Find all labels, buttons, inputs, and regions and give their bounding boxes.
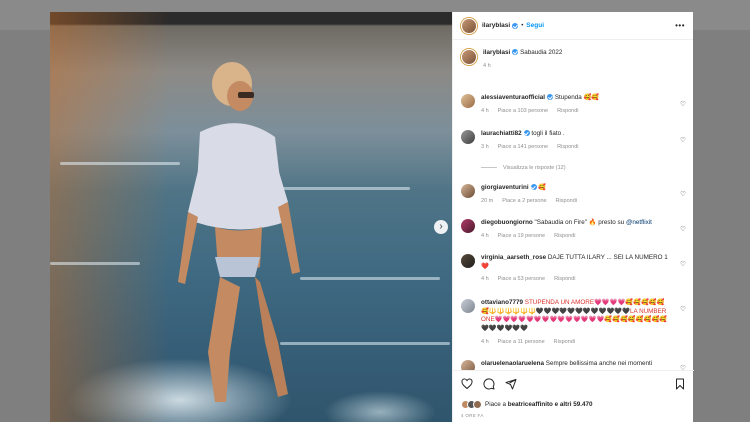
comment-item: diegobuongiorno "Sabaudia on Fire" 🔥 pre…: [461, 219, 686, 240]
comment-text: Sempre bellissima anche nei momenti: [545, 360, 653, 367]
comment-time: 20 m: [481, 197, 494, 204]
chevron-right-icon[interactable]: ›: [434, 220, 448, 234]
comment-likes[interactable]: Piace a 53 persone: [498, 276, 545, 282]
comment-text: togli il fiato .: [531, 130, 565, 137]
comment-likes[interactable]: Piace a 2 persone: [502, 198, 546, 204]
comment-likes[interactable]: Piace a 19 persone: [498, 233, 545, 239]
post-time: 4 ORE FA: [461, 413, 484, 418]
comments-list[interactable]: ilaryblasi Sabaudia 2022 4 h alessiavent…: [453, 40, 694, 370]
reply-button[interactable]: Rispondi: [556, 198, 577, 204]
comment-username[interactable]: virginia_aarseth_rose: [481, 254, 546, 261]
comment-icon[interactable]: [483, 378, 495, 390]
heart-icon[interactable]: ♡: [680, 136, 686, 144]
verified-icon: [530, 184, 537, 191]
comment-username[interactable]: laurachiatti82: [481, 130, 522, 137]
more-icon[interactable]: •••: [675, 21, 685, 30]
comment-username[interactable]: alessiaventuraofficial: [481, 94, 545, 101]
comment-text: Stupenda 🥰🥰: [554, 94, 600, 101]
comment-username[interactable]: ottaviano7779: [481, 299, 523, 306]
avatar[interactable]: [461, 49, 477, 65]
comment-username[interactable]: giorgiaventurini: [481, 184, 529, 191]
comment-text: 🥰: [538, 184, 547, 191]
post-actions: Piace a beatriceaffinito e altri 59.470 …: [453, 370, 694, 422]
comment-time: 4 h: [481, 107, 489, 114]
comment-time: 3 h: [481, 143, 489, 150]
verified-icon: [547, 94, 554, 101]
separator-dot: •: [521, 22, 524, 29]
share-icon[interactable]: [505, 378, 517, 390]
likes-summary: Piace a beatriceaffinito e altri 59.470: [461, 400, 592, 409]
comment-time: 4 h: [481, 338, 489, 345]
comment-item: laurachiatti82 togli il fiato . 3 h Piace…: [461, 130, 686, 151]
heart-icon[interactable]: ♡: [680, 100, 686, 108]
wave-line: [300, 277, 440, 280]
likes-user[interactable]: beatriceaffinito: [508, 401, 553, 408]
avatar[interactable]: [461, 184, 475, 198]
mention-link[interactable]: @netflixit: [626, 219, 652, 226]
reply-button[interactable]: Rispondi: [554, 276, 575, 282]
comment-likes[interactable]: Piace a 141 persone: [498, 144, 548, 150]
reply-button[interactable]: Rispondi: [554, 339, 575, 345]
bookmark-icon[interactable]: [674, 378, 686, 390]
verified-icon: [512, 22, 519, 29]
comment-item: virginia_aarseth_rose DAJE TUTTA ILARY .…: [461, 254, 686, 284]
post-sidebar: ilaryblasi • Segui ••• ilaryblasi Sabaud…: [452, 12, 694, 422]
post-caption: ilaryblasi Sabaudia 2022 4 h: [453, 40, 694, 88]
photo-subject: [178, 62, 300, 402]
avatar[interactable]: [461, 17, 477, 34]
heart-icon[interactable]: ♡: [680, 305, 686, 313]
light-leak: [50, 12, 170, 422]
comment-item: alessiaventuraofficial Stupenda 🥰🥰 4 h Pi…: [461, 94, 686, 115]
likes-prefix: Piace a: [485, 401, 508, 408]
comment-likes[interactable]: Piace a 11 persone: [498, 339, 545, 345]
reply-button[interactable]: Rispondi: [557, 144, 578, 150]
post-media[interactable]: ›: [50, 12, 452, 422]
comment-username[interactable]: olaruelenaolaruelena: [481, 360, 544, 367]
caption-text: Sabaudia 2022: [520, 49, 563, 56]
avatar[interactable]: [461, 94, 475, 108]
comment-time: 4 h: [481, 276, 489, 283]
avatar[interactable]: [461, 299, 475, 313]
avatar[interactable]: [461, 130, 475, 144]
heart-icon[interactable]: ♡: [680, 260, 686, 268]
wave-line: [50, 262, 140, 265]
verified-icon: [512, 49, 519, 56]
comment-item: ottaviano7779 STUPENDA UN AMORE💗💗💗💗🥰🥰🥰🥰🥰…: [461, 299, 686, 346]
post-modal: › ilaryblasi • Segui ••• ilaryblasi Saba…: [50, 12, 694, 422]
comment-item: giorgiaventurini 🥰 20 m Piace a 2 persone…: [461, 184, 686, 205]
avatar[interactable]: [461, 254, 475, 268]
comment-text: "Sabaudia on Fire" 🔥 presto su: [534, 219, 626, 226]
author-username[interactable]: ilaryblasi: [482, 22, 510, 29]
comment-time: 4 h: [481, 232, 489, 239]
avatar[interactable]: [461, 360, 475, 370]
reply-button[interactable]: Rispondi: [557, 108, 578, 114]
verified-icon: [523, 130, 530, 137]
heart-icon[interactable]: [461, 378, 473, 390]
avatar[interactable]: [461, 219, 475, 233]
post-header: ilaryblasi • Segui •••: [453, 12, 693, 40]
caption-username[interactable]: ilaryblasi: [483, 49, 510, 56]
avatar: [473, 400, 482, 409]
comment-item: olaruelenaolaruelena Sempre bellissima a…: [461, 360, 686, 370]
comment-likes[interactable]: Piace a 103 persone: [498, 108, 548, 114]
caption-time: 4 h: [483, 62, 491, 69]
comment-username[interactable]: diegobuongiorno: [481, 219, 533, 226]
reply-button[interactable]: Rispondi: [554, 233, 575, 239]
follow-button[interactable]: Segui: [526, 22, 544, 29]
view-replies-button[interactable]: Visualizza le risposte (12): [481, 165, 566, 171]
heart-icon[interactable]: ♡: [680, 190, 686, 198]
likes-count[interactable]: e altri 59.470: [553, 401, 593, 408]
heart-icon[interactable]: ♡: [680, 225, 686, 233]
